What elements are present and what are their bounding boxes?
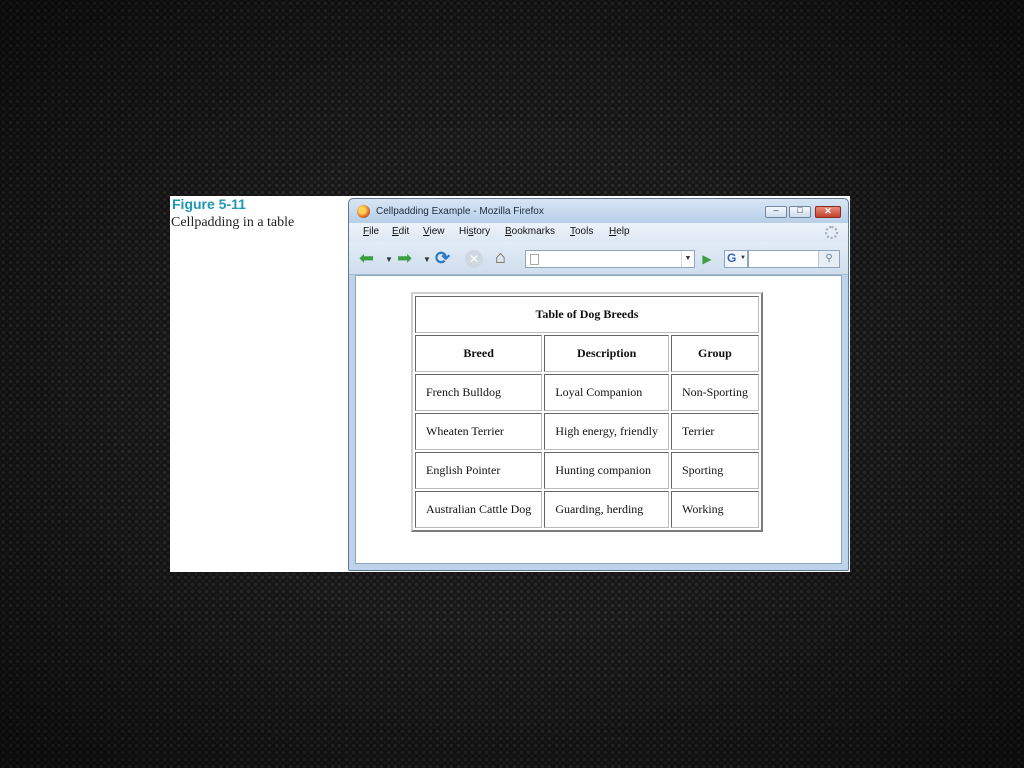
menu-bar: File Edit View History Bookmarks Tools H… [349,223,848,242]
forward-arrow-icon[interactable]: ➡ [397,249,412,267]
engine-dropdown-icon: ▼ [740,255,746,261]
minimize-icon: – [773,205,779,215]
group-cell: Working [670,491,759,528]
address-bar[interactable]: ▼ [525,250,695,269]
navigation-toolbar: ⬅ ▼ ➡ ▼ ⟳ ✕ ⌂ ▼ ▶ G ▼ ⚲ [349,242,848,275]
header-description: Description [544,335,669,372]
home-icon[interactable]: ⌂ [495,248,506,266]
group-cell: Sporting [670,452,759,489]
header-breed: Breed [415,335,543,372]
breed-cell: Wheaten Terrier [415,413,543,450]
go-arrow-icon[interactable]: ▶ [698,250,716,268]
menu-edit[interactable]: Edit [392,226,409,237]
search-engine-selector[interactable]: G ▼ [724,250,748,268]
table-row: Australian Cattle Dog Guarding, herding … [415,491,759,528]
table-row: French Bulldog Loyal Companion Non-Sport… [415,374,759,411]
figure-label: Figure 5-11 [172,196,246,212]
description-cell: Loyal Companion [544,374,669,411]
description-cell: Hunting companion [544,452,669,489]
figure-caption: Cellpadding in a table [171,215,295,230]
menu-help[interactable]: Help [609,226,630,237]
breed-cell: French Bulldog [415,374,543,411]
page-content: Table of Dog Breeds Breed Description Gr… [355,275,842,564]
search-icon[interactable]: ⚲ [818,251,839,267]
menu-file[interactable]: File [363,226,379,237]
dog-breeds-table: Table of Dog Breeds Breed Description Gr… [411,292,763,532]
caption-row: Table of Dog Breeds [415,296,759,333]
forward-dropdown-icon[interactable]: ▼ [423,251,431,269]
title-bar[interactable]: Cellpadding Example - Mozilla Firefox – … [349,199,848,223]
page-icon [530,254,539,265]
group-cell: Non-Sporting [670,374,759,411]
throbber-icon [825,226,838,239]
header-group: Group [670,335,759,372]
firefox-icon [357,205,370,218]
google-icon: G [727,251,737,265]
close-button[interactable]: ✕ [815,206,841,218]
description-cell: Guarding, herding [544,491,669,528]
maximize-button[interactable]: □ [789,205,811,218]
menu-view[interactable]: View [423,226,445,237]
back-dropdown-icon[interactable]: ▼ [385,251,393,269]
close-icon: ✕ [824,206,832,216]
menu-tools[interactable]: Tools [570,226,593,237]
search-box: ⚲ [748,250,840,269]
reload-icon[interactable]: ⟳ [435,249,450,267]
menu-bookmarks[interactable]: Bookmarks [505,226,555,237]
table-caption: Table of Dog Breeds [415,296,759,333]
group-cell: Terrier [670,413,759,450]
table-row: English Pointer Hunting companion Sporti… [415,452,759,489]
menu-history[interactable]: History [459,226,490,237]
breed-cell: Australian Cattle Dog [415,491,543,528]
header-row: Breed Description Group [415,335,759,372]
stop-icon[interactable]: ✕ [465,250,483,268]
table-row: Wheaten Terrier High energy, friendly Te… [415,413,759,450]
url-input[interactable] [542,251,676,269]
search-input[interactable] [751,251,817,269]
minimize-button[interactable]: – [765,205,787,218]
back-arrow-icon[interactable]: ⬅ [359,249,374,267]
description-cell: High energy, friendly [544,413,669,450]
url-dropdown-icon[interactable]: ▼ [681,251,694,267]
window-title: Cellpadding Example - Mozilla Firefox [376,206,544,217]
breed-cell: English Pointer [415,452,543,489]
browser-window: Cellpadding Example - Mozilla Firefox – … [348,198,849,571]
maximize-icon: □ [797,205,803,215]
